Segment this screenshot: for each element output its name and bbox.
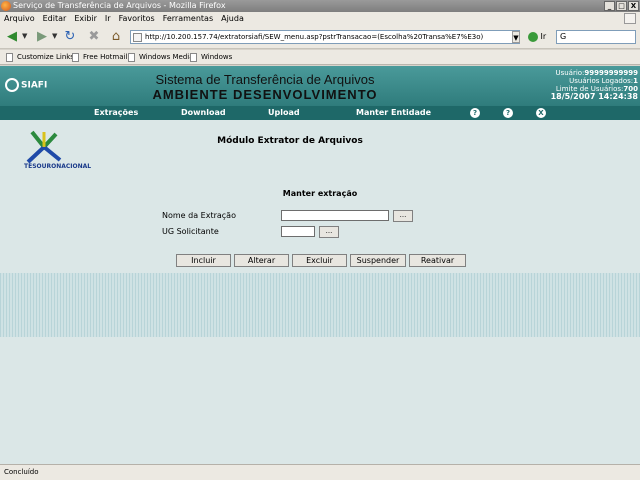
window-controls: _ □ X — [604, 1, 639, 11]
menu-favoritos[interactable]: Favoritos — [115, 12, 159, 25]
maximize-button[interactable]: □ — [616, 1, 627, 11]
bookmark-free-hotmail[interactable]: Free Hotmail — [72, 50, 127, 65]
status-text: Concluído — [4, 468, 39, 476]
menu-download[interactable]: Download — [181, 106, 226, 120]
search-engine-icon: G — [560, 32, 567, 41]
forward-dropdown-icon[interactable]: ▼ — [52, 32, 57, 40]
siafi-logo-icon — [5, 78, 19, 92]
bookmark-windows[interactable]: Windows — [190, 50, 232, 65]
menu-ajuda[interactable]: Ajuda — [217, 12, 248, 25]
home-icon[interactable]: ⌂ — [108, 29, 124, 45]
firefox-icon — [1, 1, 11, 11]
module-title: Módulo Extrator de Arquivos — [217, 136, 363, 146]
menu-ferramentas[interactable]: Ferramentas — [159, 12, 217, 25]
back-dropdown-icon[interactable]: ▼ — [22, 32, 27, 40]
tesouro-nacional-text: TESOURONACIONAL — [24, 163, 92, 170]
menu-editar[interactable]: Editar — [39, 12, 71, 25]
siafi-logo: SIAFI — [5, 78, 47, 92]
reload-icon[interactable]: ↻ — [62, 29, 78, 45]
page-icon — [190, 52, 197, 62]
page-content: SIAFI Sistema de Transferência de Arquiv… — [0, 66, 640, 464]
url-text: http://10.200.157.74/extratorsiafi/SEW_m… — [145, 33, 484, 41]
app-title-line2: AMBIENTE DESENVOLVIMENTO — [152, 87, 378, 102]
app-title: Sistema de Transferência de Arquivos AMB… — [130, 72, 400, 102]
reativar-button[interactable]: Reativar — [409, 254, 466, 267]
back-arrow-icon[interactable]: ◀ — [4, 29, 20, 45]
url-input[interactable]: http://10.200.157.74/extratorsiafi/SEW_m… — [130, 30, 520, 44]
exit-icon[interactable]: X — [536, 108, 546, 118]
bookmark-label: Windows — [201, 53, 233, 61]
page-icon — [133, 33, 142, 42]
bookmark-label: Free Hotmail — [83, 53, 128, 61]
help-icon[interactable]: ? — [503, 108, 513, 118]
menu-manter-entidade[interactable]: Manter Entidade — [356, 106, 431, 120]
page-icon — [128, 52, 135, 62]
bookmark-label: Windows Media — [139, 53, 194, 61]
bookmark-customize-links[interactable]: Customize Links — [6, 50, 74, 65]
app-header: SIAFI Sistema de Transferência de Arquiv… — [0, 66, 640, 106]
menu-arquivo[interactable]: Arquivo — [0, 12, 39, 25]
bookmarks-toolbar: Customize Links Free Hotmail Windows Med… — [0, 50, 640, 65]
decorative-stripe-band — [0, 273, 640, 337]
bookmark-label: Customize Links — [17, 53, 74, 61]
go-icon — [528, 31, 538, 42]
minimize-button[interactable]: _ — [604, 1, 615, 11]
suspender-button[interactable]: Suspender — [350, 254, 406, 267]
incluir-button[interactable]: Incluir — [176, 254, 231, 267]
window-title: Serviço de Transferência de Arquivos - M… — [13, 1, 226, 10]
ug-solicitante-input[interactable] — [281, 226, 315, 237]
form-title: Manter extração — [282, 189, 358, 198]
siafi-logo-text: SIAFI — [21, 80, 48, 91]
browser-navbar: ◀ ▼ ▶ ▼ ↻ ✖ ⌂ http://10.200.157.74/extra… — [0, 25, 640, 49]
window-titlebar: Serviço de Transferência de Arquivos - M… — [0, 0, 640, 12]
nome-extracao-input[interactable] — [281, 210, 389, 221]
go-label: Ir — [540, 32, 547, 41]
browser-menubar: Arquivo Editar Exibir Ir Favoritos Ferramenta… — [0, 12, 640, 25]
bookmark-windows-media[interactable]: Windows Media — [128, 50, 194, 65]
stop-icon[interactable]: ✖ — [86, 29, 102, 45]
forward-arrow-icon[interactable]: ▶ — [34, 29, 50, 45]
go-button[interactable]: Ir — [528, 31, 546, 43]
logados-label: Usuários Logados: — [569, 77, 634, 85]
info-icon[interactable]: ? — [470, 108, 480, 118]
nome-extracao-lookup-button[interactable]: ... — [393, 210, 413, 222]
menu-exibir[interactable]: Exibir — [70, 12, 101, 25]
logados-value: 1 — [633, 77, 638, 85]
page-icon — [6, 52, 13, 62]
close-button[interactable]: X — [628, 1, 639, 11]
tesouro-star-icon — [26, 130, 62, 164]
usuario-label: Usuário: — [555, 69, 585, 77]
throbber-icon — [624, 13, 636, 24]
page-icon — [72, 52, 79, 62]
app-menu: Extrações Download Upload Manter Entidad… — [0, 106, 640, 120]
app-title-line1: Sistema de Transferência de Arquivos — [155, 72, 375, 87]
search-input[interactable]: G — [556, 30, 636, 44]
usuario-value: 99999999999 — [584, 69, 638, 77]
menu-upload[interactable]: Upload — [268, 106, 300, 120]
excluir-button[interactable]: Excluir — [292, 254, 347, 267]
current-datetime: 18/5/2007 14:24:38 — [550, 92, 638, 101]
tesouro-nacional-logo: TESOURONACIONAL — [24, 130, 92, 178]
alterar-button[interactable]: Alterar — [234, 254, 289, 267]
url-dropdown-icon[interactable]: ▼ — [512, 31, 520, 43]
status-bar: Concluído — [0, 464, 640, 480]
user-info: Usuário:99999999999 Usuários Logados:1 L… — [551, 69, 638, 101]
ug-solicitante-lookup-button[interactable]: ... — [319, 226, 339, 238]
menu-extracoes[interactable]: Extrações — [94, 106, 138, 120]
nome-extracao-label: Nome da Extração — [162, 211, 236, 220]
ug-solicitante-label: UG Solicitante — [162, 227, 219, 236]
menu-ir[interactable]: Ir — [101, 12, 115, 25]
